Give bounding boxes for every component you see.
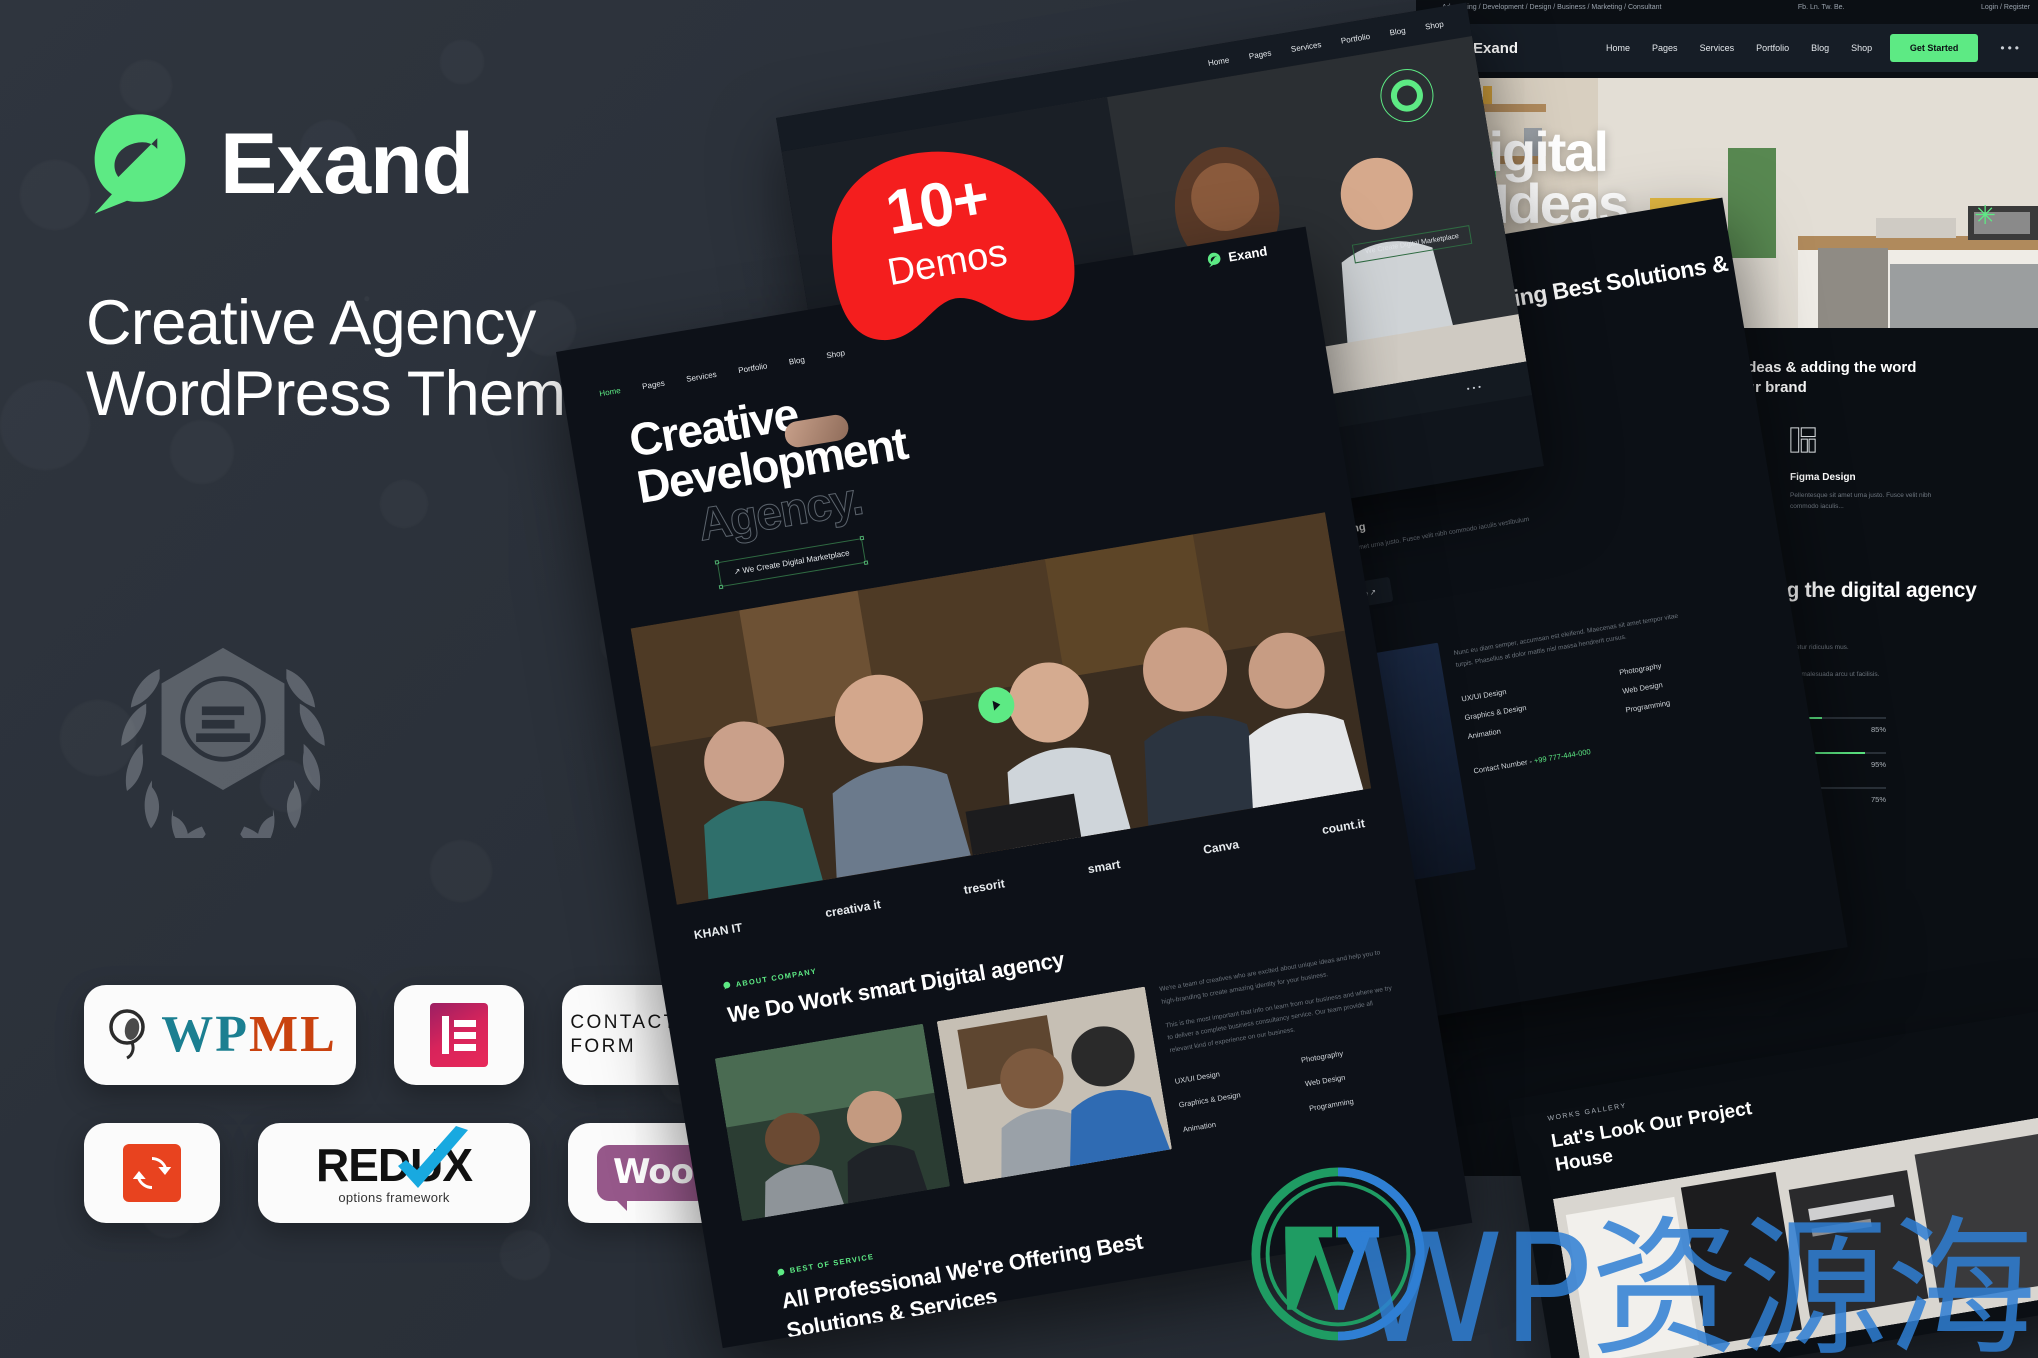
brand-name: Exand <box>220 116 474 212</box>
plugin-badge-redux[interactable]: REDUX options framework <box>258 1123 530 1223</box>
revolution-slider-logo-icon <box>123 1144 181 1202</box>
mockC-contact-label: Contact Number - <box>1472 756 1533 776</box>
mockA-menu-blog[interactable]: Blog <box>1811 43 1829 53</box>
mockA-menu-shop[interactable]: Shop <box>1851 43 1872 53</box>
plugin-badge-wpml[interactable]: WPML <box>84 985 356 1085</box>
site-watermark: WP资源海 <box>1355 1203 2036 1358</box>
mockB-menu-services[interactable]: Services <box>1290 40 1322 54</box>
exand-leaf-logo-icon <box>723 982 731 990</box>
mockD-logo-text: Exand <box>1227 242 1269 265</box>
mockB-menu-portfolio[interactable]: Portfolio <box>1340 31 1370 45</box>
mockA-account[interactable]: Login / Register <box>1981 4 2030 11</box>
mockB-menu-blog[interactable]: Blog <box>1389 25 1406 37</box>
mockD-marketplace-label: We Create Digital Marketplace <box>741 548 851 575</box>
mockB-more-icon[interactable]: ••• <box>1466 381 1485 393</box>
mockA-get-started-button[interactable]: Get Started <box>1889 34 1979 62</box>
mockA-menu-portfolio[interactable]: Portfolio <box>1756 43 1789 53</box>
plugin-badge-elementor[interactable] <box>394 985 524 1085</box>
elementor-logo-icon <box>430 1003 488 1067</box>
exand-leaf-logo-icon <box>1207 252 1221 267</box>
play-icon <box>992 700 1001 711</box>
mockD-about-photo-1 <box>714 1024 951 1222</box>
wpml-logo-icon: WPML <box>105 1007 335 1063</box>
mockB-menu-shop[interactable]: Shop <box>1424 19 1444 31</box>
mockB-menu-home[interactable]: Home <box>1207 55 1230 67</box>
mockD-tag-6[interactable]: Programming <box>1308 1085 1411 1116</box>
redux-check-icon <box>398 1125 469 1188</box>
cf7-line-1: CONTACT <box>570 1012 678 1034</box>
mockD-tag-5[interactable]: Animation <box>1182 1106 1285 1137</box>
exand-leaf-logo-icon <box>777 1268 785 1277</box>
wpml-glyph-icon <box>109 1009 145 1060</box>
demos-badge: 10+ Demos <box>812 146 1082 376</box>
mockA-menu-services[interactable]: Services <box>1700 43 1735 53</box>
mockD-best-eyebrow-text: BEST OF SERVICE <box>789 1252 875 1276</box>
mockA-menu: Home Pages Services Portfolio Blog Shop <box>1606 43 1872 53</box>
mockA-more-menu-icon[interactable]: ••• <box>2000 41 2022 55</box>
poster-canvas: Exand Creative Agency WordPress Theme W … <box>0 0 2038 1358</box>
mockA-topbar: Advertising / Development / Design / Bus… <box>1416 0 2038 18</box>
skill-value-3: 75% <box>1870 795 1886 805</box>
mockA-categories: Advertising / Development / Design / Bus… <box>1442 3 1662 11</box>
headline-line-1: Creative Agency <box>86 288 536 358</box>
creative-design-seal-icon <box>1380 69 1434 123</box>
page-title: Creative Agency WordPress Theme <box>86 288 600 429</box>
mockD-about-eyebrow-text: ABOUT COMPANY <box>735 966 818 989</box>
mockA-star-icon: ✳ <box>1974 200 1996 230</box>
skill-value-2: 95% <box>1870 760 1886 770</box>
woo-word: Woo <box>612 1152 694 1192</box>
mockD-marketplace-button[interactable]: ↗ We Create Digital Marketplace <box>714 535 869 590</box>
mockA-menu-home[interactable]: Home <box>1606 43 1630 53</box>
exand-leaf-logo-icon <box>86 110 194 218</box>
brand-lockup: Exand <box>86 110 474 218</box>
cf7-line-2: FORM <box>570 1036 636 1057</box>
plugin-badge-grid: WPML CONTACT FORM REDUX options framewor… <box>84 985 744 1261</box>
headline-line-2: WordPress Theme <box>86 358 600 429</box>
skill-value-1: 85% <box>1870 725 1886 735</box>
mockD-about-photo-2 <box>936 986 1173 1185</box>
mockB-menu-pages[interactable]: Pages <box>1248 48 1272 61</box>
mockA-navbar: Exand Home Pages Services Portfolio Blog… <box>1428 24 2038 72</box>
laurel-award-badge-icon <box>78 598 368 853</box>
layout-grid-icon <box>1790 426 1816 453</box>
demos-badge-text: 10+ Demos <box>794 124 1100 397</box>
redux-logo-icon: REDUX options framework <box>316 1125 473 1205</box>
mockA-feature-title-2: Figma Design <box>1790 471 1856 483</box>
mockA-social[interactable]: Fb. Ln. Tw. Be. <box>1798 4 1845 11</box>
plugin-badge-revolution-slider[interactable] <box>84 1123 220 1223</box>
mockA-feature-text-2: Pellentesque sit amet urna justo. Fusce … <box>1790 491 1932 511</box>
mockA-menu-pages[interactable]: Pages <box>1652 43 1678 53</box>
mockC-contact-value: +99 777-444-000 <box>1533 746 1592 765</box>
mockD-logo[interactable]: Exand <box>1206 242 1269 268</box>
watermark-text: WP资源海 <box>1355 1203 2036 1358</box>
mockA-feature-figma-design[interactable]: Figma Design Pellentesque sit amet urna … <box>1790 426 1940 513</box>
mockA-logo-text: Exand <box>1473 39 1519 57</box>
